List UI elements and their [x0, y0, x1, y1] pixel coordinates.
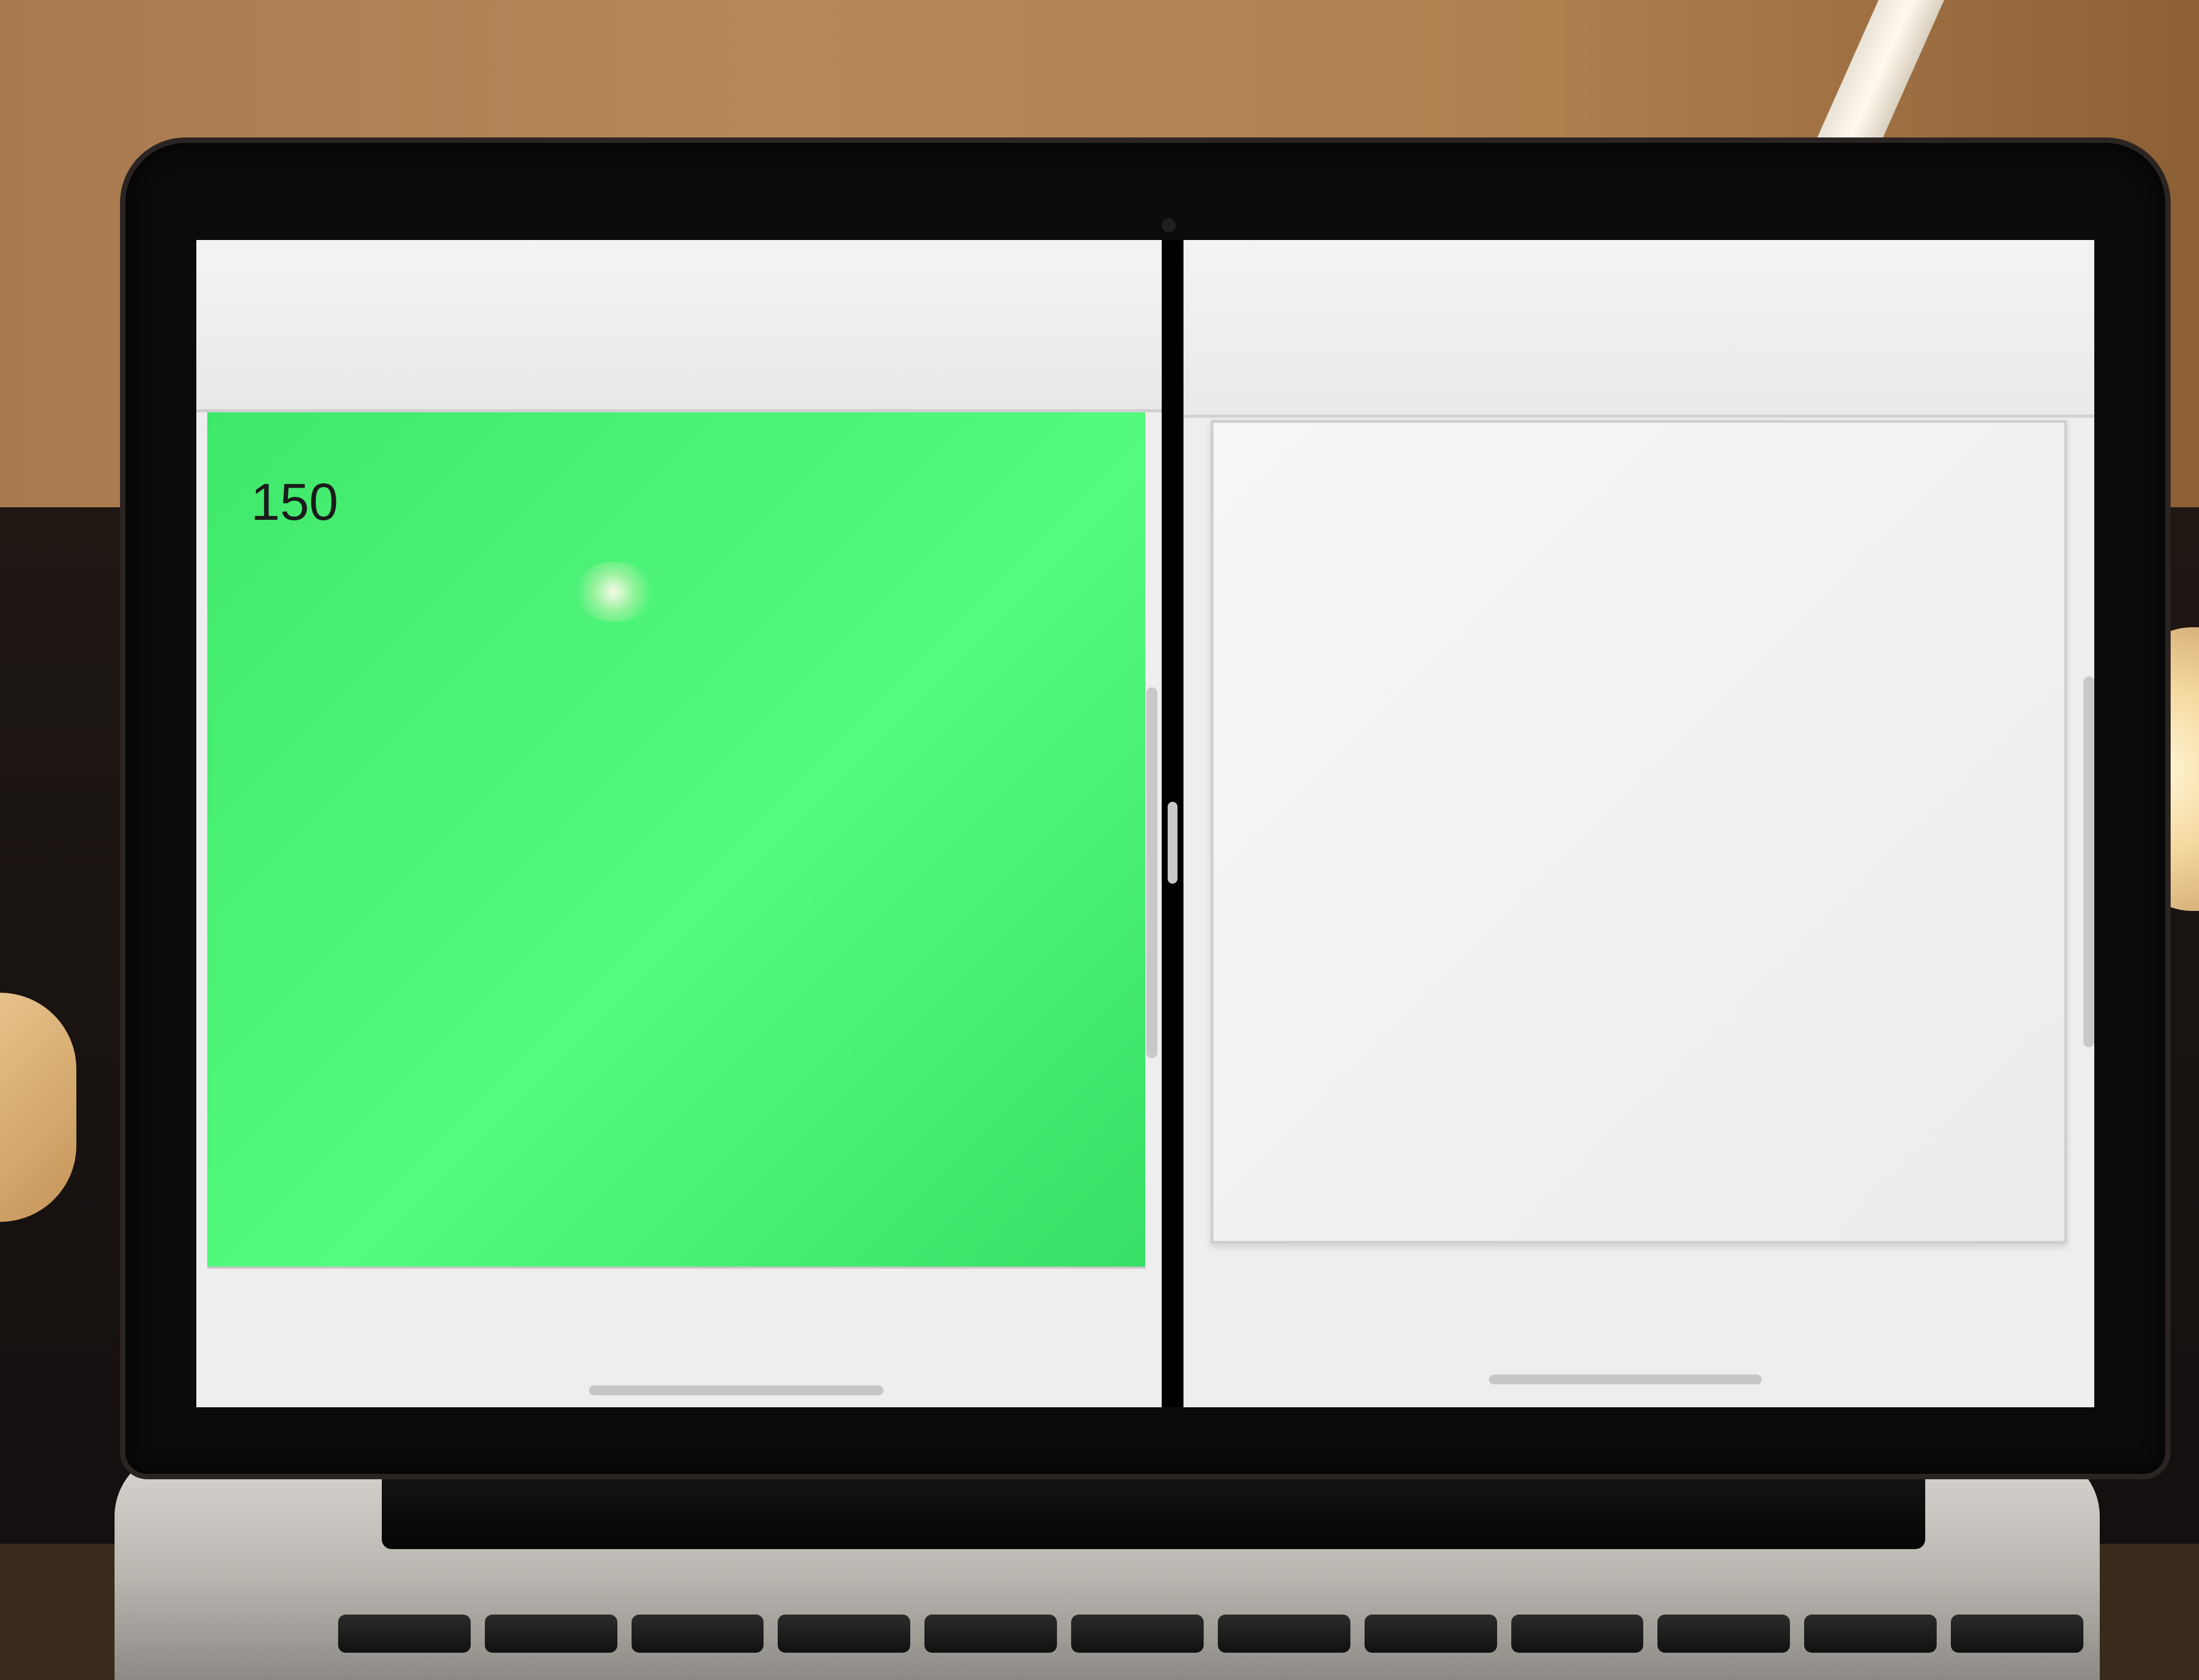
white-panel[interactable]	[1211, 420, 2067, 1244]
camera-icon	[1162, 218, 1176, 232]
key	[1217, 1615, 1350, 1653]
key	[1804, 1615, 1937, 1653]
right-window	[1183, 240, 2094, 1407]
panel-value-label: 150	[251, 473, 339, 531]
key	[1071, 1615, 1204, 1653]
key	[1951, 1615, 2083, 1653]
key	[338, 1615, 471, 1653]
key	[1657, 1615, 1791, 1653]
split-view-handle[interactable]	[1168, 802, 1177, 884]
right-horizontal-scrollbar[interactable]	[1489, 1375, 1762, 1384]
key	[924, 1615, 1058, 1653]
left-window-toolbar	[196, 240, 1162, 412]
light-reflection	[573, 562, 654, 622]
key	[1511, 1615, 1644, 1653]
left-window: 150	[196, 240, 1162, 1407]
keyboard-function-row	[338, 1615, 2083, 1653]
right-window-toolbar	[1183, 240, 2094, 418]
left-horizontal-scrollbar[interactable]	[589, 1385, 884, 1395]
key	[484, 1615, 617, 1653]
left-vertical-scrollbar[interactable]	[1146, 687, 1157, 1058]
green-panel[interactable]: 150	[207, 412, 1145, 1269]
right-vertical-scrollbar[interactable]	[2083, 676, 2094, 1047]
key	[1364, 1615, 1497, 1653]
key	[631, 1615, 764, 1653]
laptop-screen: 150	[196, 240, 2094, 1407]
key	[778, 1615, 911, 1653]
